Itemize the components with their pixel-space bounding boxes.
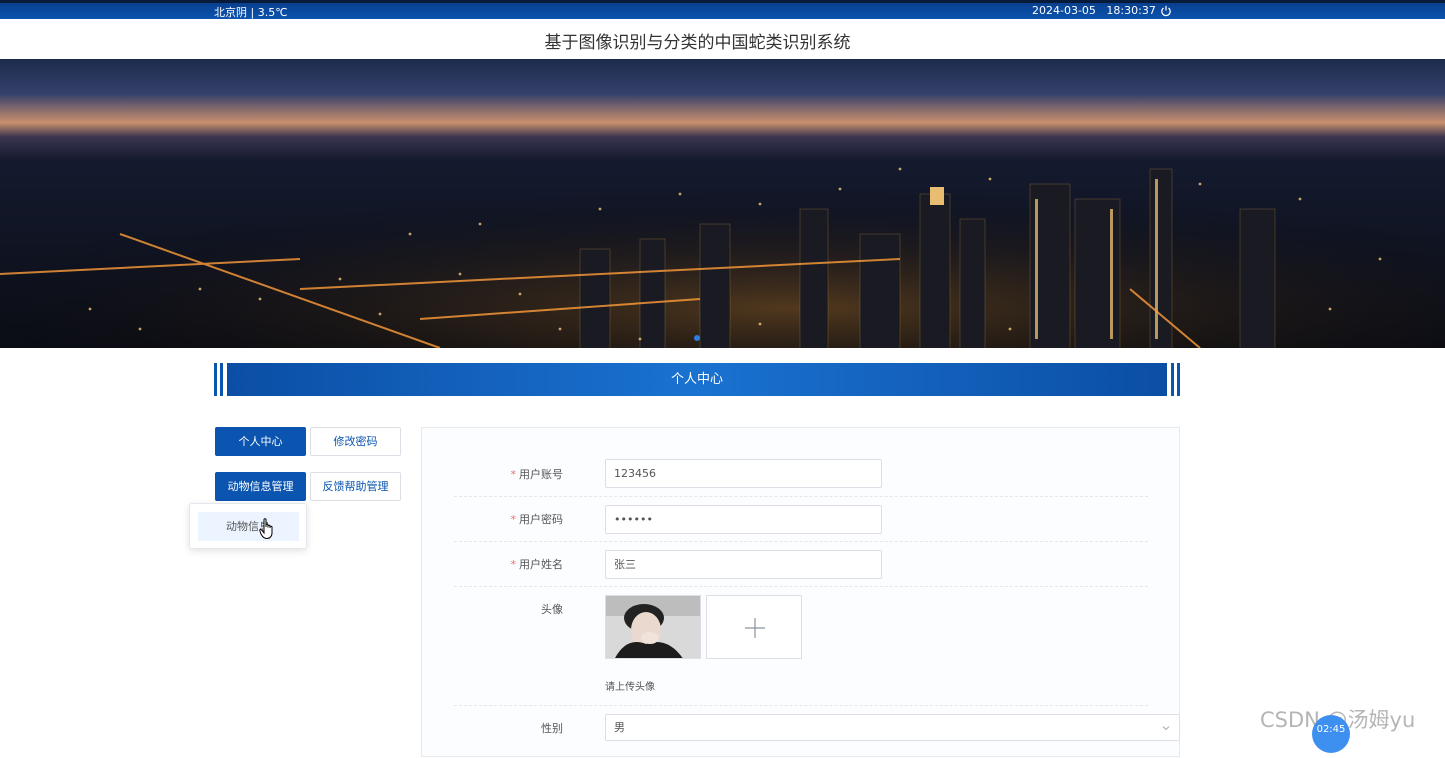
form-row-name: * 用户姓名 张三: [454, 542, 1148, 587]
avatar-label: 头像: [541, 603, 563, 616]
password-input[interactable]: ••••••: [605, 505, 882, 534]
weather-text: 北京阴 | 3.5℃: [214, 6, 288, 19]
timer-badge: 02:45: [1312, 715, 1350, 753]
carousel-dot[interactable]: [694, 335, 700, 341]
profile-form-panel: *用户账号 123456 *用户密码 •••••• *用户姓名 张三 头像: [421, 427, 1180, 757]
name-label: * 用户姓名: [510, 558, 564, 571]
form-row-gender: 性别 男: [454, 706, 1180, 758]
name-input[interactable]: 张三: [605, 550, 882, 579]
account-label: * 用户账号: [510, 468, 564, 481]
gender-select[interactable]: 男: [605, 714, 1180, 741]
animal-info-dropdown: 动物信息: [189, 503, 307, 549]
nav-animal-info-manage-button[interactable]: 动物信息管理: [215, 472, 306, 501]
form-row-avatar: 头像 请上传头像: [454, 587, 1148, 706]
nav-personal-center-button[interactable]: 个人中心: [215, 427, 306, 456]
site-title: 基于图像识别与分类的中国蛇类识别系统: [544, 33, 851, 53]
nav-change-password-button[interactable]: 修改密码: [310, 427, 401, 456]
section-title: 个人中心: [227, 363, 1167, 396]
gender-value: 男: [614, 721, 625, 734]
top-bar: 北京阴 | 3.5℃ 2024-03-05 18:30:37: [0, 0, 1445, 19]
chevron-down-icon: [1162, 726, 1170, 731]
plus-icon: [745, 618, 765, 638]
nav-feedback-help-manage-button[interactable]: 反馈帮助管理: [310, 472, 401, 501]
banner-image: [0, 59, 1445, 348]
avatar-hint: 请上传头像: [605, 682, 655, 693]
dropdown-item-animal-info[interactable]: 动物信息: [198, 512, 299, 541]
account-input[interactable]: 123456: [605, 459, 882, 488]
form-row-password: * 用户密码 ••••••: [454, 497, 1148, 542]
power-icon[interactable]: [1160, 5, 1172, 17]
gender-label: 性别: [541, 722, 563, 735]
avatar-image[interactable]: [605, 595, 701, 659]
hand-cursor-icon: [259, 518, 273, 540]
avatar-upload-button[interactable]: [706, 595, 802, 659]
password-label: * 用户密码: [510, 513, 564, 526]
section-header: 个人中心: [214, 363, 1180, 396]
form-row-account: * 用户账号 123456: [454, 450, 1148, 497]
datetime-text: 2024-03-05 18:30:37: [1032, 4, 1156, 17]
